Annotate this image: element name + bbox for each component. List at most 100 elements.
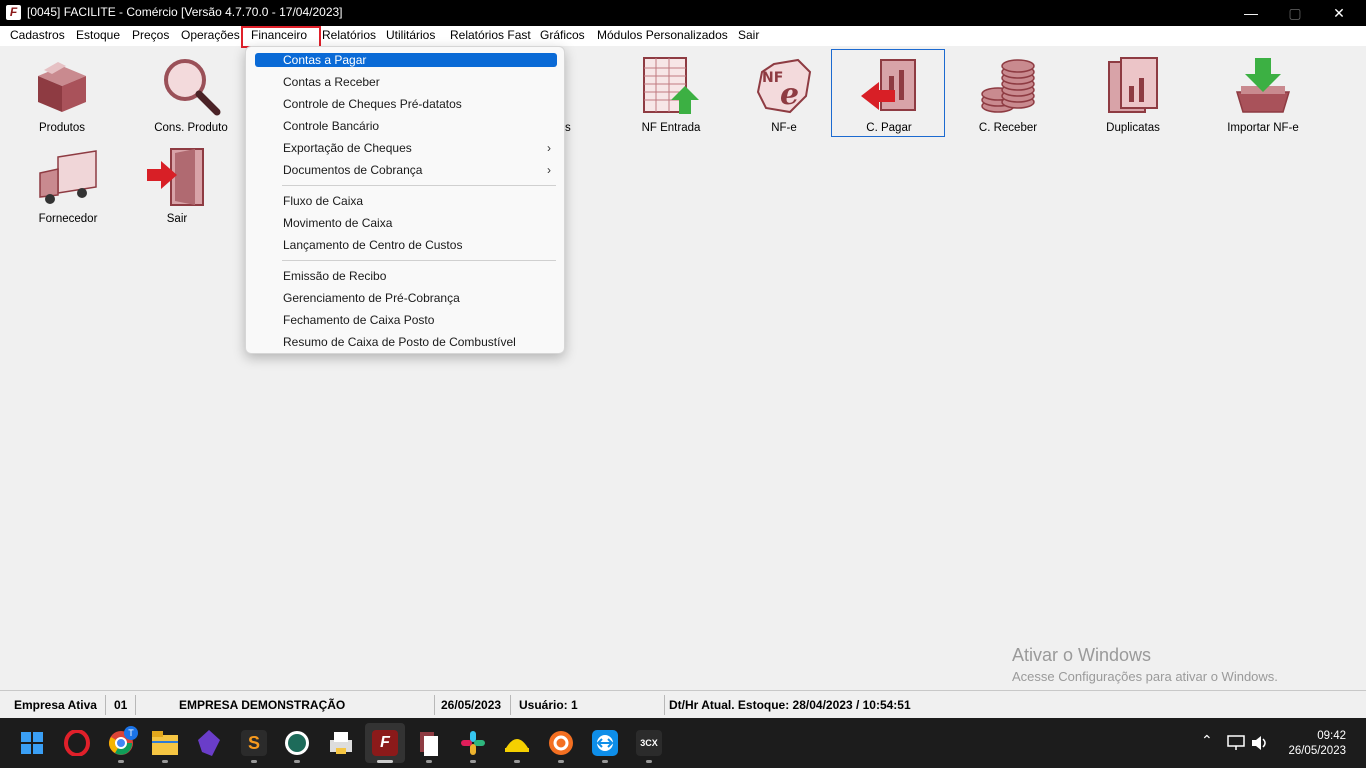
running-indicator: [426, 760, 432, 763]
menu-item-label: Contas a Pagar: [283, 53, 367, 67]
menu-item-label: Emissão de Recibo: [283, 269, 387, 283]
tile-label: NF Entrada: [641, 122, 701, 134]
menu-item-centro-custos[interactable]: Lançamento de Centro de Custos: [255, 238, 557, 252]
documents-chart-icon: [1108, 57, 1158, 113]
tile-sair[interactable]: Sair: [120, 141, 234, 229]
crystal-app-icon[interactable]: [198, 730, 220, 756]
volume-icon[interactable]: [1251, 735, 1269, 751]
helmet-app-icon[interactable]: [504, 730, 530, 756]
exit-door-icon: [147, 148, 204, 206]
tray-chevron-up-icon[interactable]: ⌃: [1201, 732, 1213, 749]
activation-watermark-title: Ativar o Windows: [1012, 645, 1152, 665]
tile-c-pagar[interactable]: C. Pagar: [831, 49, 945, 137]
close-button[interactable]: ✕: [1316, 0, 1362, 26]
teamviewer-icon[interactable]: [592, 730, 618, 756]
menu-item-fluxo-caixa[interactable]: Fluxo de Caixa: [255, 194, 557, 208]
magnifier-icon: [164, 59, 221, 116]
menu-item-label: Controle de Cheques Pré-datatos: [283, 97, 462, 111]
menu-cadastros[interactable]: Cadastros: [10, 28, 65, 42]
maximize-button[interactable]: ▢: [1272, 0, 1318, 26]
running-indicator: [162, 760, 168, 763]
spreadsheet-arrow-icon: [643, 57, 699, 114]
menu-item-emissao-recibo[interactable]: Emissão de Recibo: [255, 269, 557, 283]
menu-item-contas-a-pagar[interactable]: Contas a Pagar: [255, 53, 557, 67]
tile-nfe[interactable]: NF e NF-e: [727, 50, 841, 138]
financeiro-dropdown-menu: Contas a Pagar Contas a Receber Controle…: [245, 46, 565, 354]
sync-app-icon[interactable]: [548, 730, 574, 756]
tile-nf-entrada[interactable]: NF Entrada: [614, 50, 728, 138]
menu-item-fechamento-caixa-posto[interactable]: Fechamento de Caixa Posto: [255, 313, 557, 327]
menu-item-exportacao-cheques[interactable]: Exportação de Cheques ›: [255, 141, 557, 155]
remote-support-icon[interactable]: [284, 730, 310, 756]
menu-separator: [282, 260, 556, 261]
menu-item-controle-cheques[interactable]: Controle de Cheques Pré-datatos: [255, 97, 557, 111]
download-tray-icon: [1235, 58, 1291, 113]
menu-precos[interactable]: Preços: [132, 28, 169, 42]
menu-operacoes[interactable]: Operações: [181, 28, 240, 42]
clock-date[interactable]: 26/05/2023: [1288, 745, 1346, 757]
documents-app-icon[interactable]: [416, 730, 442, 756]
opera-browser-icon[interactable]: [64, 730, 90, 756]
menu-item-label: Lançamento de Centro de Custos: [283, 238, 463, 252]
status-empresa-name: EMPRESA DEMONSTRAÇÃO: [136, 695, 435, 715]
status-date: 26/05/2023: [435, 695, 511, 715]
running-indicator: [558, 760, 564, 763]
menu-item-contas-a-receber[interactable]: Contas a Receber: [255, 75, 557, 89]
running-indicator: [514, 760, 520, 763]
menu-sair[interactable]: Sair: [738, 28, 759, 42]
app-logo-icon: F: [6, 5, 21, 20]
menu-item-pre-cobranca[interactable]: Gerenciamento de Pré-Cobrança: [255, 291, 557, 305]
network-icon[interactable]: [1227, 735, 1245, 751]
running-indicator: [646, 760, 652, 763]
tile-cons-produto[interactable]: Cons. Produto: [134, 50, 248, 138]
document-arrow-out-icon: [861, 59, 916, 111]
menu-financeiro[interactable]: Financeiro: [251, 28, 307, 42]
box-icon: [38, 62, 86, 112]
menu-item-controle-bancario[interactable]: Controle Bancário: [255, 119, 557, 133]
app-window: F [0045] FACILITE - Comércio [Versão 4.7…: [0, 0, 1366, 718]
minimize-button[interactable]: —: [1228, 0, 1274, 26]
status-estoque: Dt/Hr Atual. Estoque: 28/04/2023 / 10:54…: [669, 698, 911, 712]
3cx-app-icon[interactable]: 3CX: [636, 730, 662, 756]
tile-label: Sair: [166, 213, 188, 225]
menu-item-label: Fluxo de Caixa: [283, 194, 364, 208]
tile-importar-nfe[interactable]: Importar NF-e: [1206, 50, 1320, 138]
tile-c-receber[interactable]: C. Receber: [951, 50, 1065, 138]
window-title: [0045] FACILITE - Comércio [Versão 4.7.7…: [27, 5, 343, 19]
tile-produtos[interactable]: Produtos: [5, 50, 119, 138]
windows-start-icon[interactable]: [21, 732, 43, 754]
printer-app-icon[interactable]: [328, 730, 354, 756]
menu-item-documentos-cobranca[interactable]: Documentos de Cobrança ›: [255, 163, 557, 177]
menu-utilitarios[interactable]: Utilitários: [386, 28, 435, 42]
menu-relatorios-fast[interactable]: Relatórios Fast: [450, 28, 531, 42]
file-explorer-icon[interactable]: [152, 731, 178, 755]
running-indicator: [602, 760, 608, 763]
menu-item-movimento-caixa[interactable]: Movimento de Caixa: [255, 216, 557, 230]
menu-item-resumo-caixa-posto[interactable]: Resumo de Caixa de Posto de Combustível: [255, 335, 557, 349]
menu-graficos[interactable]: Gráficos: [540, 28, 585, 42]
chevron-right-icon: ›: [547, 163, 551, 177]
tile-fornecedor[interactable]: Fornecedor: [11, 141, 125, 229]
menu-modulos-personalizados[interactable]: Módulos Personalizados: [597, 28, 728, 42]
menu-item-label: Gerenciamento de Pré-Cobrança: [283, 291, 460, 305]
tile-label: C. Receber: [978, 122, 1038, 134]
menu-bar: Cadastros Estoque Preços Operações Finan…: [0, 26, 1366, 48]
tile-duplicatas[interactable]: Duplicatas: [1076, 50, 1190, 138]
tile-label: Duplicatas: [1106, 122, 1160, 134]
menu-estoque[interactable]: Estoque: [76, 28, 120, 42]
menu-relatorios[interactable]: Relatórios: [322, 28, 376, 42]
menu-separator: [282, 185, 556, 186]
menu-item-label: Controle Bancário: [283, 119, 380, 133]
menu-item-label: Resumo de Caixa de Posto de Combustível: [283, 335, 516, 349]
sublime-text-icon[interactable]: S: [241, 730, 267, 756]
clock-time[interactable]: 09:42: [1317, 730, 1346, 742]
nfe-logo-icon: NF e: [756, 58, 812, 114]
menu-item-label: Documentos de Cobrança: [283, 163, 423, 177]
activation-watermark-text: Acesse Configurações para ativar o Windo…: [1012, 669, 1278, 684]
facilite-app-icon[interactable]: F: [372, 730, 398, 756]
tile-label: Importar NF-e: [1227, 122, 1299, 134]
menu-item-label: Contas a Receber: [283, 75, 380, 89]
running-indicator: [118, 760, 124, 763]
tile-label: Produtos: [38, 122, 86, 134]
slack-icon[interactable]: [460, 730, 486, 756]
